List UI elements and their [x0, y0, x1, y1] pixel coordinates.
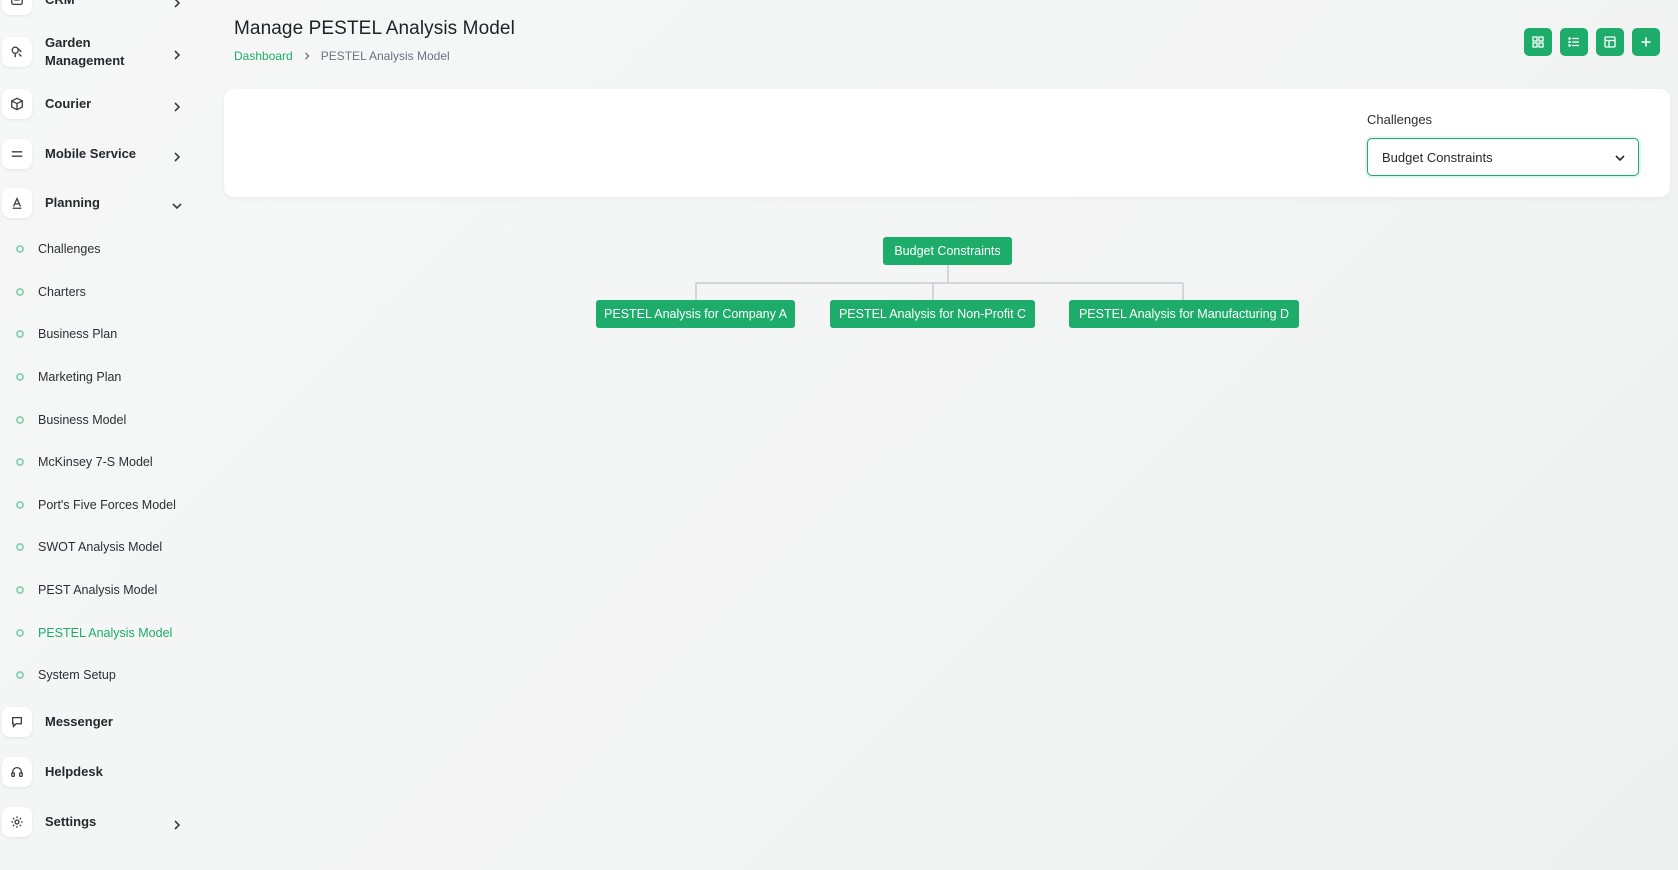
chevron-right-icon	[172, 817, 182, 830]
sidebar-subitem-system-setup[interactable]: System Setup	[0, 661, 200, 689]
sidebar-subitem-pestel-analysis-model[interactable]: PESTEL Analysis Model	[0, 619, 200, 647]
bullet-icon	[16, 288, 24, 296]
sidebar-subitem-marketing-plan[interactable]: Marketing Plan	[0, 363, 200, 391]
sidebar-subitem-label: McKinsey 7-S Model	[38, 455, 153, 469]
tree-child-node[interactable]: PESTEL Analysis for Non-Profit C	[830, 300, 1035, 328]
bullet-icon	[16, 501, 24, 509]
breadcrumb-current: PESTEL Analysis Model	[320, 49, 450, 63]
chevron-down-icon	[172, 198, 182, 210]
sidebar-item-label: Settings	[45, 814, 97, 829]
page-title: Manage PESTEL Analysis Model	[234, 18, 515, 39]
table-view-button[interactable]	[1596, 28, 1624, 56]
sidebar: CRM Garden Management Courier Mobile Ser…	[0, 0, 200, 870]
bullet-icon	[16, 416, 24, 424]
sidebar-subitem-label: Business Plan	[38, 327, 118, 341]
chevron-right-icon	[172, 99, 182, 112]
sidebar-item-settings[interactable]: Settings	[0, 800, 200, 844]
menu-lines-icon	[2, 139, 32, 169]
chevron-right-icon	[303, 52, 311, 60]
sidebar-subitem-label: Business Model	[38, 413, 127, 427]
sidebar-item-label: Mobile Service	[45, 146, 137, 161]
sidebar-item-helpdesk[interactable]: Helpdesk	[0, 750, 200, 794]
sidebar-subitem-business-model[interactable]: Business Model	[0, 406, 200, 434]
bullet-icon	[16, 543, 24, 551]
plus-icon	[1640, 36, 1652, 48]
bullet-icon	[16, 671, 24, 679]
sidebar-subitem-five-forces-model[interactable]: Port's Five Forces Model	[0, 491, 200, 519]
add-button[interactable]	[1632, 28, 1660, 56]
bullet-icon	[16, 629, 24, 637]
bullet-icon	[16, 330, 24, 338]
sidebar-item-mobile-service[interactable]: Mobile Service	[0, 132, 200, 176]
headset-icon	[2, 757, 32, 787]
sidebar-subitem-pest-analysis-model[interactable]: PEST Analysis Model	[0, 576, 200, 604]
table-view-icon	[1604, 36, 1616, 48]
chevron-right-icon	[172, 149, 182, 162]
sidebar-subitem-label: PEST Analysis Model	[38, 583, 158, 597]
chevron-right-icon	[172, 47, 182, 60]
grid-view-button[interactable]	[1524, 28, 1552, 56]
sidebar-item-label: Planning	[45, 195, 100, 210]
list-view-button[interactable]	[1560, 28, 1588, 56]
sidebar-subitem-label: System Setup	[38, 668, 116, 682]
sidebar-item-label: Garden Management	[45, 35, 125, 68]
bullet-icon	[16, 245, 24, 253]
sidebar-subitem-challenges[interactable]: Challenges	[0, 235, 200, 263]
challenges-select[interactable]: Budget Constraints	[1367, 138, 1639, 176]
sidebar-item-label: Courier	[45, 96, 92, 111]
sidebar-item-garden-management[interactable]: Garden Management	[0, 30, 200, 74]
sidebar-item-planning[interactable]: Planning	[0, 181, 200, 225]
breadcrumb-dashboard-link[interactable]: Dashboard	[234, 49, 293, 63]
sidebar-item-label: Helpdesk	[45, 764, 103, 779]
sidebar-subitem-mckinsey-7s-model[interactable]: McKinsey 7-S Model	[0, 448, 200, 476]
sidebar-subitem-swot-analysis-model[interactable]: SWOT Analysis Model	[0, 533, 200, 561]
sidebar-subitem-label: Charters	[38, 285, 86, 299]
chevron-down-icon	[1614, 151, 1626, 163]
sidebar-subitem-charters[interactable]: Charters	[0, 278, 200, 306]
sidebar-subitem-business-plan[interactable]: Business Plan	[0, 320, 200, 348]
box-icon	[2, 89, 32, 119]
challenges-select-value: Budget Constraints	[1382, 149, 1493, 165]
challenges-filter-label: Challenges	[1367, 112, 1433, 127]
list-view-icon	[1568, 36, 1580, 48]
sidebar-subitem-label: Marketing Plan	[38, 370, 122, 384]
sidebar-item-label: CRM	[45, 0, 165, 9]
sidebar-subitem-label: Challenges	[38, 242, 101, 256]
sidebar-item-courier[interactable]: Courier	[0, 82, 200, 126]
tree-child-node[interactable]: PESTEL Analysis for Company A	[596, 300, 795, 328]
chevron-right-icon	[172, 0, 182, 8]
sidebar-item-crm[interactable]: CRM	[0, 0, 200, 22]
tree-child-node[interactable]: PESTEL Analysis for Manufacturing D	[1069, 300, 1299, 328]
view-toolbar	[1524, 28, 1660, 56]
crm-icon	[2, 0, 32, 15]
garden-icon	[2, 37, 32, 67]
bullet-icon	[16, 586, 24, 594]
tree-root-node[interactable]: Budget Constraints	[883, 237, 1012, 265]
sidebar-item-label: Messenger	[45, 714, 113, 729]
grid-view-icon	[1532, 36, 1544, 48]
planning-icon	[2, 188, 32, 218]
filter-card: Challenges Budget Constraints	[224, 89, 1670, 197]
sidebar-subitem-label: PESTEL Analysis Model	[38, 626, 173, 640]
bullet-icon	[16, 458, 24, 466]
breadcrumb: Dashboard PESTEL Analysis Model	[234, 49, 450, 63]
gear-icon	[2, 807, 32, 837]
sidebar-item-messenger[interactable]: Messenger	[0, 700, 200, 744]
sidebar-subitem-label: Port's Five Forces Model	[38, 498, 176, 512]
bullet-icon	[16, 373, 24, 381]
sidebar-subitem-label: SWOT Analysis Model	[38, 540, 163, 554]
chat-icon	[2, 707, 32, 737]
